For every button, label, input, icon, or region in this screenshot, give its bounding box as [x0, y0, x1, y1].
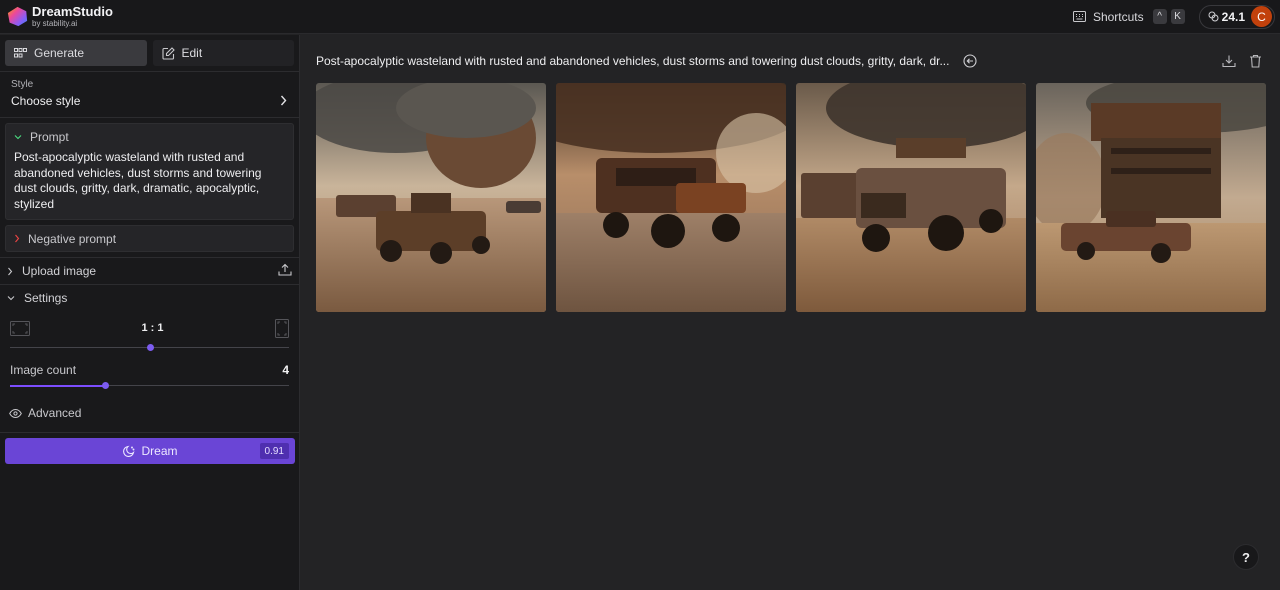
- generated-image[interactable]: [316, 83, 546, 312]
- advanced-label: Advanced: [28, 406, 82, 420]
- shortcut-key-ctrl: ^: [1152, 9, 1167, 24]
- delete-button[interactable]: [1249, 54, 1262, 73]
- image-grid: [316, 83, 1266, 312]
- generated-image[interactable]: [796, 83, 1026, 312]
- moon-icon: [123, 445, 135, 457]
- image-count-label: Image count: [10, 363, 77, 377]
- wasteland-image-4: [1036, 83, 1266, 312]
- sidebar: Generate Edit Style Choose style Prompt …: [0, 35, 300, 590]
- download-button[interactable]: [1222, 54, 1236, 73]
- grid-icon: [14, 48, 27, 58]
- negative-prompt-label: Negative prompt: [28, 231, 117, 246]
- style-selector[interactable]: Style Choose style: [0, 71, 299, 117]
- mode-tabs: Generate Edit: [0, 35, 299, 66]
- aspect-ratio-row: 1 : 1: [10, 317, 289, 339]
- dream-cost-badge: 0.91: [259, 443, 289, 459]
- slider-fill: [10, 385, 105, 387]
- negative-prompt-toggle[interactable]: Negative prompt: [6, 226, 293, 251]
- upload-icon[interactable]: [278, 263, 292, 277]
- tab-generate-label: Generate: [34, 46, 85, 60]
- avatar[interactable]: C: [1251, 6, 1272, 27]
- reuse-prompt-icon[interactable]: [963, 54, 978, 68]
- generated-image[interactable]: [1036, 83, 1266, 312]
- wasteland-image-3: [796, 83, 1026, 312]
- chevron-right-icon: [280, 95, 287, 106]
- shortcuts-button[interactable]: Shortcuts ^ K: [1072, 9, 1185, 24]
- slider-thumb[interactable]: [146, 344, 154, 351]
- tab-edit[interactable]: Edit: [152, 40, 294, 66]
- chevron-down-icon: [14, 134, 22, 139]
- dreamstudio-logo-icon: [7, 6, 28, 27]
- dream-button[interactable]: Dream 0.91: [5, 438, 295, 464]
- settings-toggle[interactable]: Settings: [0, 285, 299, 311]
- edit-icon: [161, 46, 175, 60]
- landscape-ratio-icon[interactable]: [10, 320, 30, 336]
- settings-label: Settings: [24, 291, 68, 305]
- logo[interactable]: DreamStudio by stability.ai: [7, 5, 113, 28]
- image-count-row: Image count 4: [10, 363, 289, 377]
- prompt-label: Prompt: [30, 129, 69, 144]
- image-count-value: 4: [282, 363, 289, 377]
- negative-prompt-card: Negative prompt: [5, 225, 294, 252]
- divider: [0, 117, 299, 118]
- top-bar: DreamStudio by stability.ai Shortcuts ^ …: [0, 0, 1280, 34]
- tab-edit-label: Edit: [181, 46, 203, 60]
- chevron-right-icon: [15, 234, 20, 243]
- slider-thumb[interactable]: [101, 382, 109, 389]
- upload-image-label: Upload image: [22, 264, 97, 278]
- image-count-slider[interactable]: [10, 381, 289, 391]
- settings-panel: 1 : 1 Image count 4: [0, 317, 299, 391]
- dream-label: Dream: [141, 444, 178, 458]
- trash-icon: [1250, 54, 1261, 68]
- tab-generate[interactable]: Generate: [5, 40, 147, 66]
- aspect-ratio-slider[interactable]: [10, 343, 289, 353]
- style-value: Choose style: [11, 94, 81, 108]
- prompt-toggle[interactable]: Prompt: [6, 124, 293, 149]
- chevron-right-icon: [8, 267, 13, 275]
- aspect-ratio-value: 1 : 1: [141, 322, 164, 334]
- wasteland-image-2: [556, 83, 786, 312]
- credits-badge[interactable]: 24.1 C: [1198, 4, 1275, 29]
- generation-header: Post-apocalyptic wasteland with rusted a…: [301, 35, 1280, 87]
- credits-value: 24.1: [1221, 9, 1245, 24]
- advanced-toggle[interactable]: Advanced: [0, 400, 299, 426]
- dream-section: Dream 0.91: [0, 432, 299, 469]
- app-subtitle: by stability.ai: [32, 19, 78, 28]
- upload-image-toggle[interactable]: Upload image: [0, 258, 299, 284]
- portrait-ratio-icon[interactable]: [274, 318, 289, 338]
- download-icon: [1222, 55, 1236, 68]
- shortcut-key-k: K: [1170, 9, 1185, 24]
- main-area: Post-apocalyptic wasteland with rusted a…: [301, 35, 1280, 590]
- shortcuts-label: Shortcuts: [1092, 9, 1144, 24]
- generation-actions: [1222, 54, 1262, 73]
- prompt-input[interactable]: Post-apocalyptic wasteland with rusted a…: [6, 149, 293, 219]
- help-button[interactable]: ?: [1233, 544, 1259, 570]
- style-label: Style: [11, 79, 34, 90]
- eye-icon: [9, 408, 22, 418]
- wasteland-image-1: [316, 83, 546, 312]
- chevron-down-icon: [7, 296, 15, 301]
- prompt-card: Prompt Post-apocalyptic wasteland with r…: [5, 123, 294, 220]
- generated-image[interactable]: [556, 83, 786, 312]
- app-title: DreamStudio: [32, 4, 113, 19]
- generation-prompt: Post-apocalyptic wasteland with rusted a…: [316, 54, 950, 68]
- keyboard-icon: [1072, 11, 1086, 22]
- coins-icon: [1208, 11, 1219, 22]
